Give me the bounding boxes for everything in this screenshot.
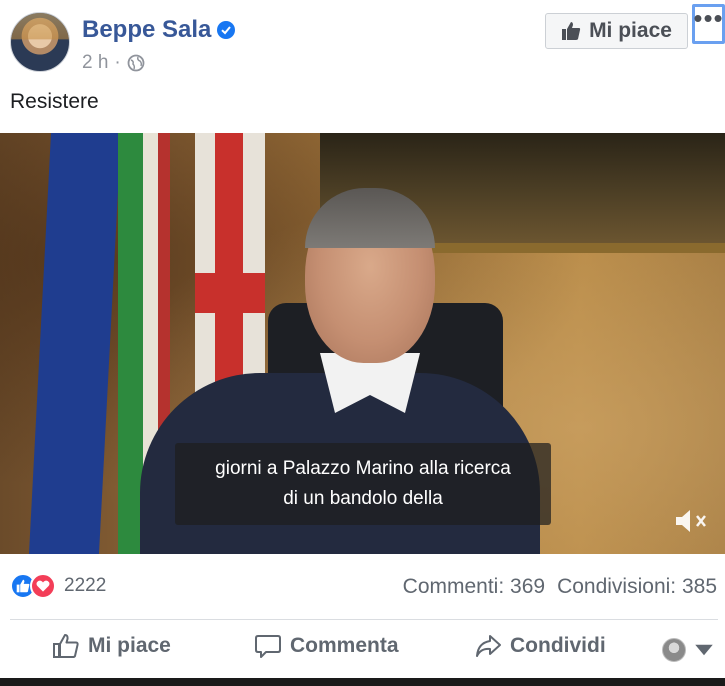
video-flag-milan-cross-h <box>195 273 265 313</box>
share-label: Condividi <box>510 634 606 657</box>
share-button[interactable]: Condividi <box>474 632 606 660</box>
reaction-as-selector[interactable] <box>662 636 718 664</box>
comment-label: Commenta <box>290 634 399 657</box>
actions-divider <box>10 619 718 620</box>
post-text: Resistere <box>10 90 99 113</box>
author-avatar[interactable] <box>10 12 70 72</box>
video-player[interactable]: giorni a Palazzo Marino alla ricerca di … <box>0 133 725 554</box>
love-reaction-icon <box>30 573 56 599</box>
post-stats: 2222 Commenti: 369 Condivisioni: 385 <box>0 568 725 608</box>
like-page-label: Mi piace <box>589 19 672 42</box>
post-time[interactable]: 2 h <box>82 52 108 74</box>
author-name[interactable]: Beppe Sala <box>82 16 211 44</box>
post-actions: Mi piace Commenta Condividi <box>0 626 725 672</box>
more-options-button[interactable]: ••• <box>692 4 725 44</box>
like-button[interactable]: Mi piace <box>52 632 171 660</box>
video-subtitle: giorni a Palazzo Marino alla ricerca di … <box>175 443 551 525</box>
post-meta: 2 h · <box>82 52 145 74</box>
comment-icon <box>255 635 281 658</box>
comment-button[interactable]: Commenta <box>254 632 399 660</box>
thumbs-up-outline-icon <box>53 634 79 658</box>
shares-count[interactable]: Condivisioni: 385 <box>557 575 717 599</box>
like-page-button[interactable]: Mi piace <box>545 13 688 49</box>
meta-separator: · <box>114 52 121 73</box>
caret-down-icon <box>695 644 713 656</box>
mute-icon[interactable] <box>672 505 712 537</box>
comments-count[interactable]: Commenti: 369 <box>403 575 545 599</box>
subtitle-line-1: giorni a Palazzo Marino alla ricerca <box>215 458 511 479</box>
author-name-row: Beppe Sala <box>82 16 236 44</box>
verified-badge-icon <box>217 21 236 39</box>
globe-icon <box>127 54 145 72</box>
reactions-summary[interactable]: 2222 <box>10 573 106 599</box>
user-avatar <box>662 638 686 662</box>
like-label: Mi piace <box>88 634 171 657</box>
subtitle-line-2: di un bandolo della <box>283 488 443 509</box>
post-header: Beppe Sala 2 h · Mi piace ••• <box>0 0 725 80</box>
thumbs-up-icon <box>562 22 581 40</box>
share-arrow-icon <box>476 635 501 657</box>
reaction-count: 2222 <box>64 575 107 596</box>
more-icon: ••• <box>693 3 724 33</box>
bottom-edge <box>0 678 725 686</box>
engagement-counts: Commenti: 369 Condivisioni: 385 <box>403 575 717 599</box>
